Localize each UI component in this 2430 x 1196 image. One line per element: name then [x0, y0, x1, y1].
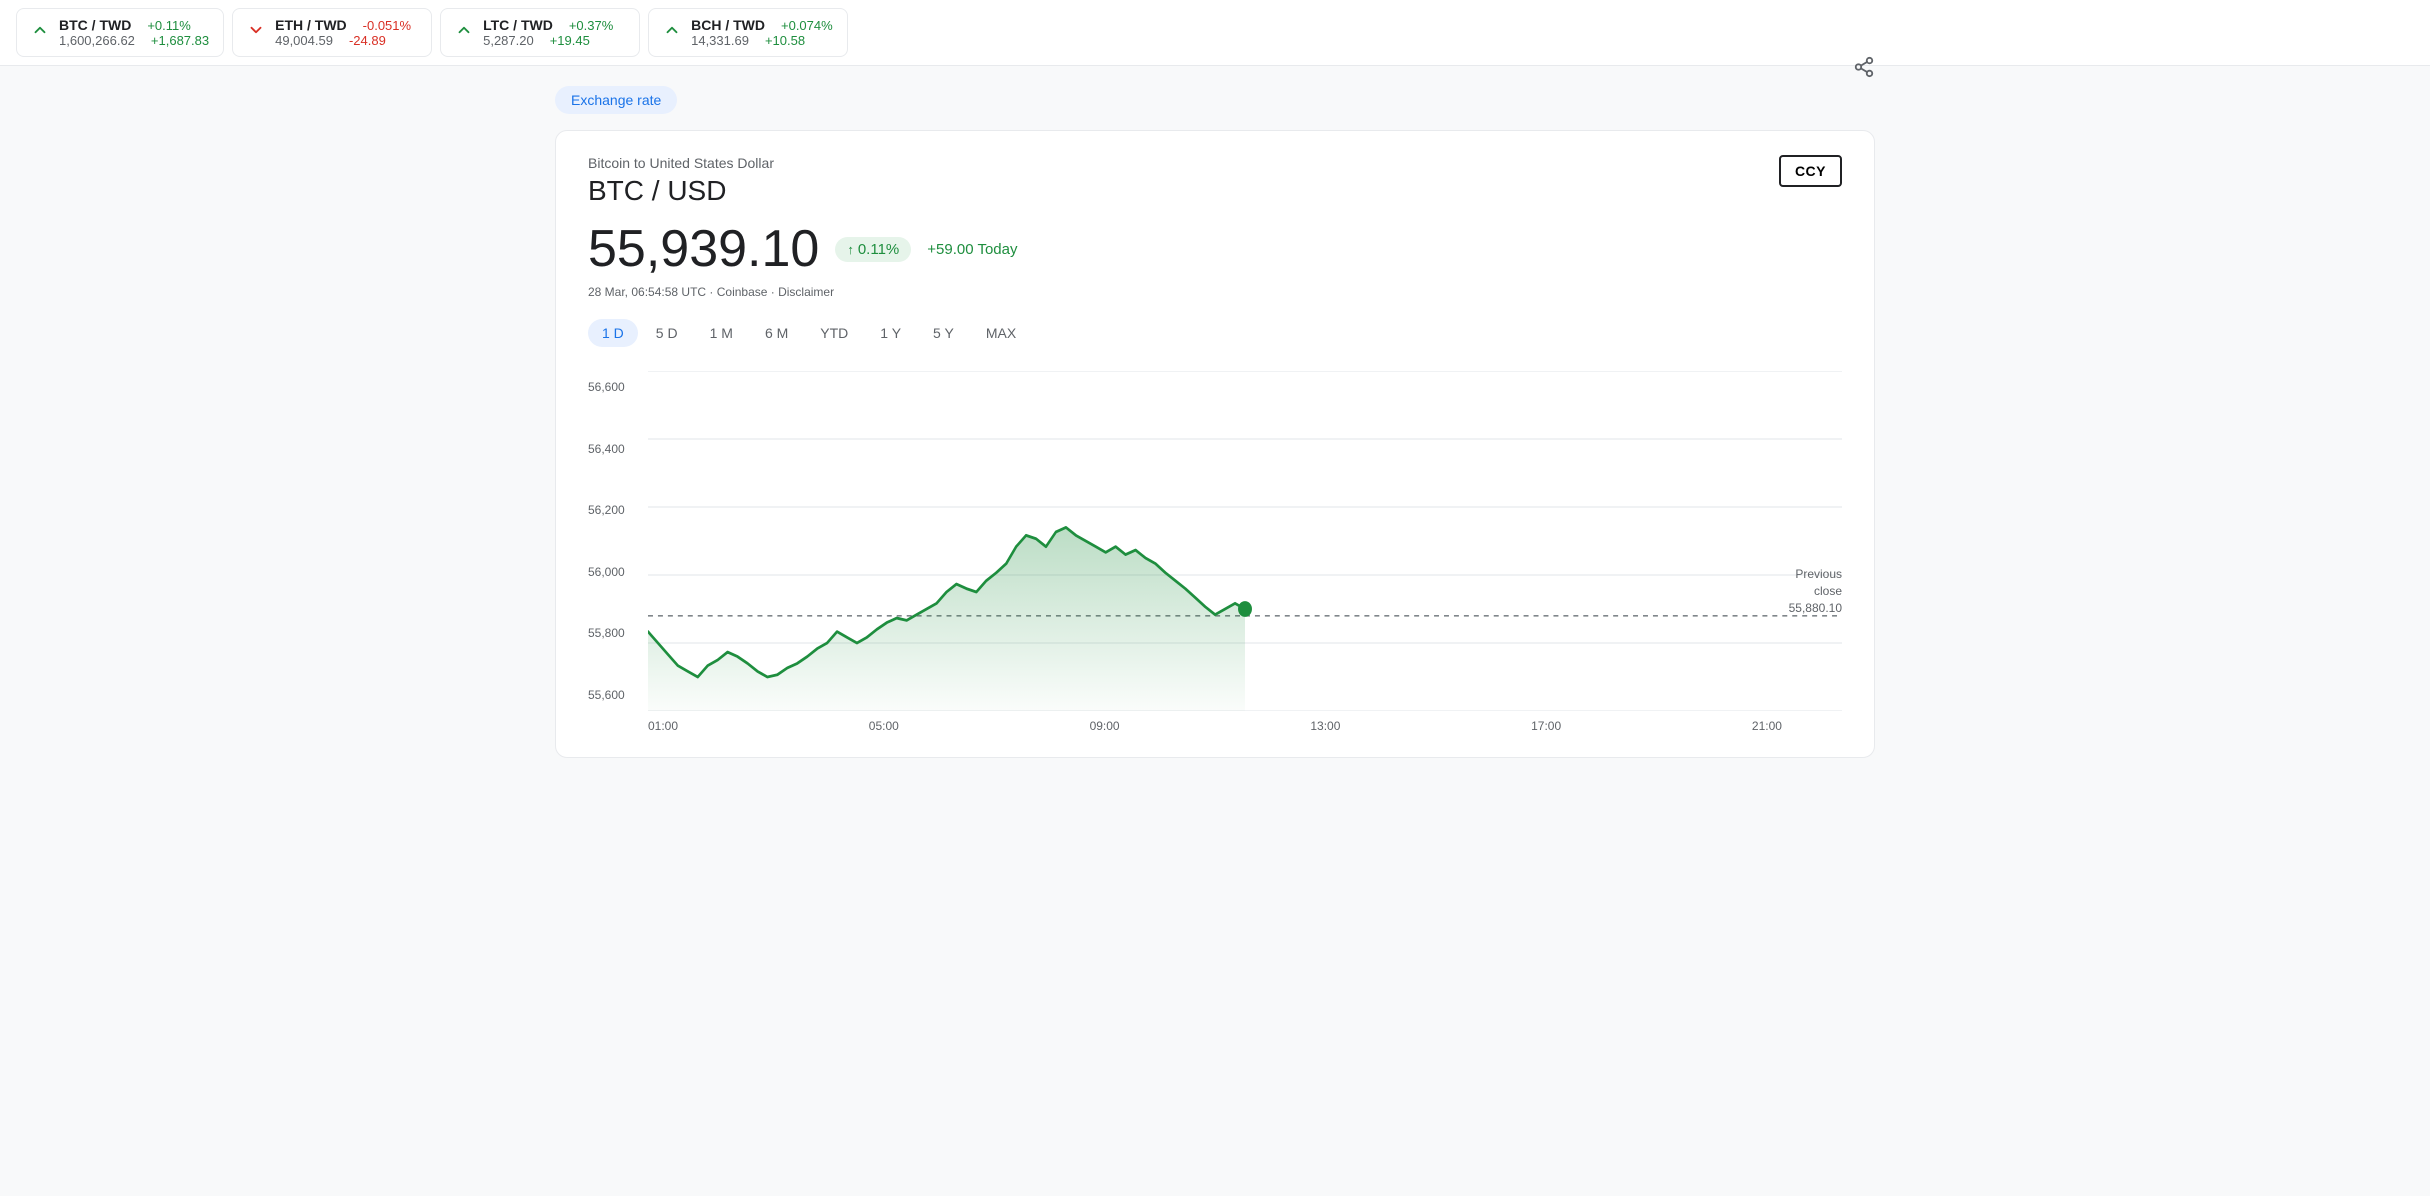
- prev-close-value: 55,880.10: [1789, 600, 1842, 617]
- pair-title: BTC / USD: [588, 175, 1842, 207]
- ticker-change-abs: +19.45: [550, 33, 590, 48]
- x-label-5: 17:00: [1531, 719, 1561, 733]
- ticker-change-abs: -24.89: [349, 33, 386, 48]
- time-tabs: 1 D5 D1 M6 MYTD1 Y5 YMAX: [588, 319, 1842, 347]
- time-tab[interactable]: 1 M: [696, 319, 747, 347]
- ticker-card[interactable]: ETH / TWD -0.051% 49,004.59 -24.89: [232, 8, 432, 57]
- top-bar: BTC / TWD +0.11% 1,600,266.62 +1,687.83 …: [0, 0, 2430, 66]
- ticker-pair: ETH / TWD: [275, 17, 347, 33]
- time-tab[interactable]: MAX: [972, 319, 1030, 347]
- ticker-card[interactable]: BCH / TWD +0.074% 14,331.69 +10.58: [648, 8, 848, 57]
- y-axis: 56,600 56,400 56,200 56,000 55,800 55,60…: [588, 371, 648, 711]
- chart-card: CCY Bitcoin to United States Dollar BTC …: [555, 130, 1875, 758]
- price-main: 55,939.10: [588, 219, 819, 279]
- page-content: Exchange rate CCY Bitcoin to United Stat…: [515, 66, 1915, 778]
- chart-svg: [648, 371, 1842, 711]
- ticker-value: 49,004.59: [275, 33, 333, 48]
- x-axis: 01:00 05:00 09:00 13:00 17:00 21:00: [588, 711, 1842, 733]
- y-label-4: 56,000: [588, 566, 638, 578]
- current-price-dot: [1238, 601, 1252, 617]
- ticker-value: 1,600,266.62: [59, 33, 135, 48]
- x-label-2: 05:00: [869, 719, 899, 733]
- y-label-1: 56,600: [588, 381, 638, 393]
- time-tab[interactable]: 5 Y: [919, 319, 968, 347]
- price-change-pct: 0.11%: [858, 241, 899, 258]
- prev-close-title: Previous: [1789, 566, 1842, 583]
- ticker-pair: BCH / TWD: [691, 17, 765, 33]
- ticker-value: 5,287.20: [483, 33, 534, 48]
- price-badge: ↑ 0.11%: [835, 237, 911, 262]
- time-tab[interactable]: 5 D: [642, 319, 692, 347]
- ticker-card[interactable]: LTC / TWD +0.37% 5,287.20 +19.45: [440, 8, 640, 57]
- down-arrow-icon: [247, 21, 265, 44]
- x-label-6: 21:00: [1752, 719, 1782, 733]
- ticker-pair: BTC / TWD: [59, 17, 131, 33]
- y-label-3: 56,200: [588, 504, 638, 516]
- y-label-2: 56,400: [588, 443, 638, 455]
- price-change-today: +59.00 Today: [927, 241, 1017, 258]
- time-tab[interactable]: YTD: [806, 319, 862, 347]
- ticker-change-pct: +0.37%: [569, 18, 613, 33]
- time-tab[interactable]: 1 D: [588, 319, 638, 347]
- time-tab[interactable]: 1 Y: [866, 319, 915, 347]
- ticker-card[interactable]: BTC / TWD +0.11% 1,600,266.62 +1,687.83: [16, 8, 224, 57]
- ticker-change-pct: -0.051%: [363, 18, 411, 33]
- price-meta: 28 Mar, 06:54:58 UTC · Coinbase · Discla…: [588, 285, 1842, 299]
- x-label-3: 09:00: [1090, 719, 1120, 733]
- ccy-button[interactable]: CCY: [1779, 155, 1842, 187]
- exchange-rate-label[interactable]: Exchange rate: [555, 86, 677, 114]
- time-tab[interactable]: 6 M: [751, 319, 802, 347]
- pair-subtitle: Bitcoin to United States Dollar: [588, 155, 1842, 171]
- prev-close-title2: close: [1789, 583, 1842, 600]
- up-arrow-icon: ↑: [847, 242, 854, 257]
- ticker-pair: LTC / TWD: [483, 17, 553, 33]
- x-label-4: 13:00: [1310, 719, 1340, 733]
- price-row: 55,939.10 ↑ 0.11% +59.00 Today: [588, 219, 1842, 279]
- ticker-value: 14,331.69: [691, 33, 749, 48]
- ticker-change-abs: +10.58: [765, 33, 805, 48]
- ticker-change-pct: +0.074%: [781, 18, 833, 33]
- up-arrow-icon: [455, 21, 473, 44]
- up-arrow-icon: [663, 21, 681, 44]
- up-arrow-icon: [31, 21, 49, 44]
- previous-close-label: Previous close 55,880.10: [1789, 566, 1842, 616]
- ticker-change-pct: +0.11%: [147, 18, 191, 33]
- ticker-change-abs: +1,687.83: [151, 33, 209, 48]
- share-button[interactable]: [1853, 56, 1875, 84]
- y-label-5: 55,800: [588, 627, 638, 639]
- x-label-1: 01:00: [648, 719, 678, 733]
- y-label-6: 55,600: [588, 689, 638, 701]
